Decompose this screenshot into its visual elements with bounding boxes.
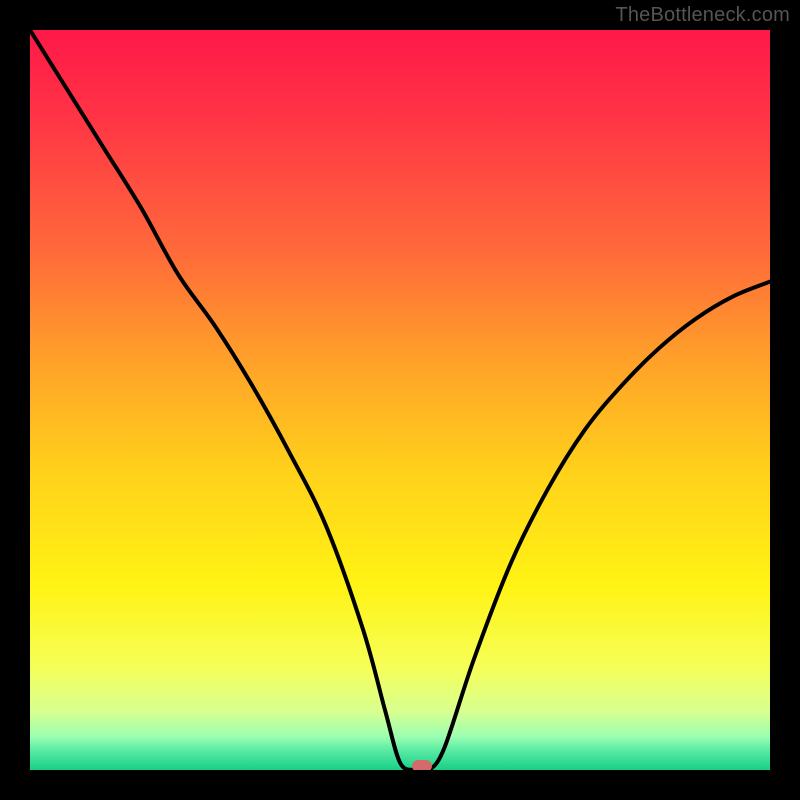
watermark-text: TheBottleneck.com: [615, 4, 790, 27]
minimum-marker: [412, 760, 432, 770]
plot-area: [30, 30, 770, 770]
bottleneck-curve: [30, 30, 770, 770]
chart-frame: TheBottleneck.com: [0, 0, 800, 800]
